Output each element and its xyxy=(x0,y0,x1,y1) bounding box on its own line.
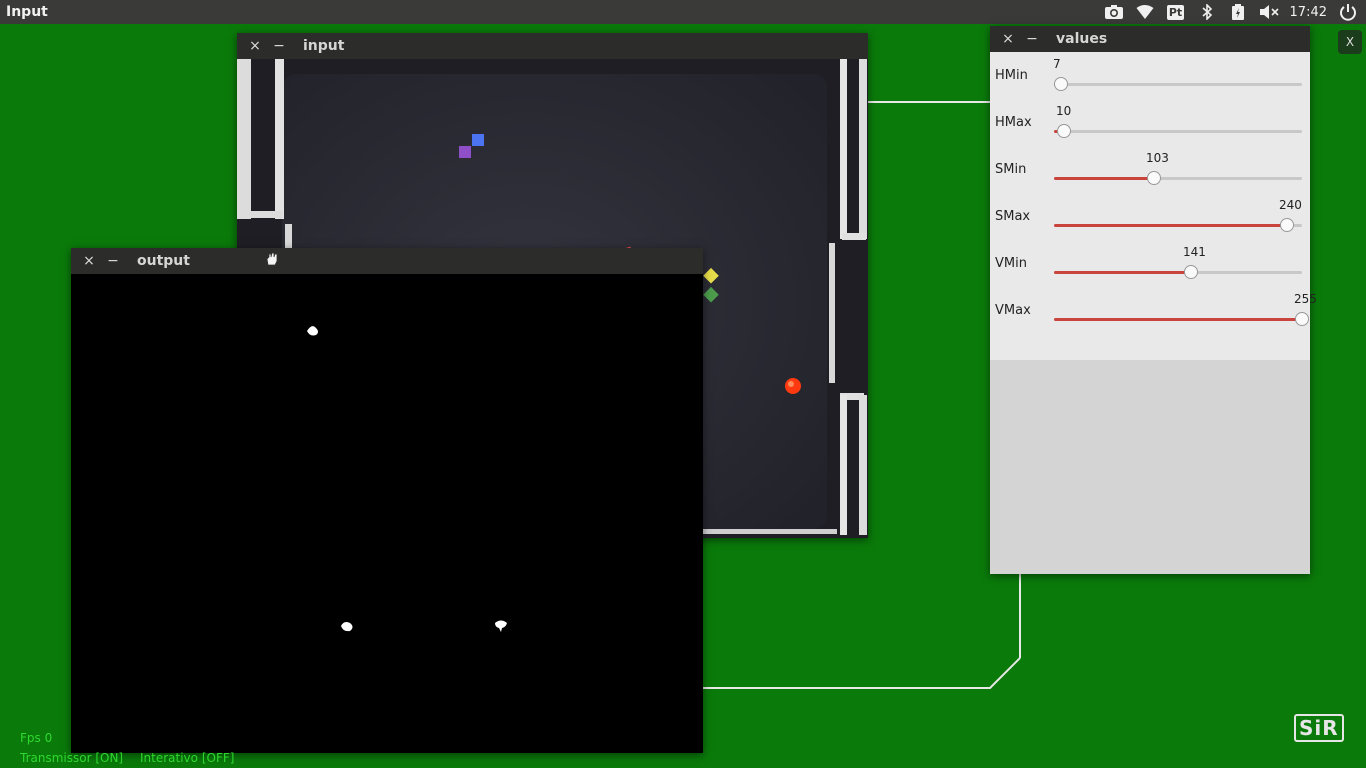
close-overlay-button[interactable]: X xyxy=(1338,30,1362,54)
power-icon[interactable] xyxy=(1338,3,1358,21)
slider-label: HMin xyxy=(995,68,1028,83)
slider-smax[interactable]: SMax 240 xyxy=(990,193,1310,240)
slider-track[interactable] xyxy=(1054,265,1302,279)
slider-fill xyxy=(1054,271,1191,274)
window-title: output xyxy=(137,253,190,269)
slider-value: 103 xyxy=(1146,151,1169,165)
slider-handle[interactable] xyxy=(1057,124,1071,138)
camera-icon[interactable] xyxy=(1104,3,1124,21)
slider-label: SMin xyxy=(995,162,1027,177)
window-title: values xyxy=(1056,31,1108,47)
trackbar-panel: HMin 7 HMax 10 SMin 103 SMax 240 VMin 14… xyxy=(990,52,1317,360)
wifi-icon[interactable] xyxy=(1135,3,1155,21)
slider-handle[interactable] xyxy=(1184,265,1198,279)
window-title: input xyxy=(303,38,345,54)
system-tray: Pt 17:42 xyxy=(1104,0,1366,24)
slider-hmax[interactable]: HMax 10 xyxy=(990,99,1310,146)
slider-value: 7 xyxy=(1053,57,1061,71)
transmissor-status: Transmissor [ON] xyxy=(20,751,124,765)
slider-fill xyxy=(1054,318,1302,321)
slider-vmax[interactable]: VMax 255 xyxy=(990,287,1317,334)
active-app-title: Input xyxy=(6,4,48,20)
slider-track[interactable] xyxy=(1054,218,1302,232)
output-window-titlebar[interactable]: × − output xyxy=(71,248,703,274)
battery-icon[interactable] xyxy=(1228,3,1248,21)
fps-status: Fps 0 xyxy=(20,731,53,745)
logo-text: SiR xyxy=(1294,714,1344,742)
slider-track[interactable] xyxy=(1054,312,1309,326)
volume-muted-icon[interactable] xyxy=(1259,3,1279,21)
minimize-button[interactable]: − xyxy=(1022,31,1042,47)
keyboard-layout-label: Pt xyxy=(1166,4,1185,20)
close-button[interactable]: × xyxy=(79,253,99,269)
top-panel: Input Pt 17:42 xyxy=(0,0,1366,24)
slider-vmin[interactable]: VMin 141 xyxy=(990,240,1310,287)
keyboard-layout-icon[interactable]: Pt xyxy=(1166,3,1186,21)
output-window[interactable]: × − output xyxy=(71,248,703,753)
slider-handle[interactable] xyxy=(1295,312,1309,326)
slider-smin[interactable]: SMin 103 xyxy=(990,146,1310,193)
close-button[interactable]: × xyxy=(998,31,1018,47)
threshold-mask-image xyxy=(71,274,703,753)
slider-label: HMax xyxy=(995,115,1032,130)
clock[interactable]: 17:42 xyxy=(1290,5,1327,20)
slider-hmin[interactable]: HMin 7 xyxy=(990,52,1310,99)
interativo-status: Interativo [OFF] xyxy=(140,751,235,765)
sir-lab-logo: SiR xyxy=(1294,714,1344,742)
close-button[interactable]: × xyxy=(245,38,265,54)
slider-track[interactable] xyxy=(1054,171,1302,185)
slider-value: 240 xyxy=(1279,198,1302,212)
input-window-titlebar[interactable]: × − input xyxy=(237,33,868,59)
minimize-button[interactable]: − xyxy=(269,38,289,54)
hand-cursor-icon xyxy=(265,252,279,270)
field-line xyxy=(868,101,990,103)
field-line xyxy=(1019,574,1021,658)
slider-handle[interactable] xyxy=(1054,77,1068,91)
slider-handle[interactable] xyxy=(1280,218,1294,232)
slider-track[interactable] xyxy=(1054,77,1302,91)
slider-label: VMin xyxy=(995,256,1027,271)
values-window-titlebar[interactable]: × − values xyxy=(990,26,1310,52)
slider-value: 10 xyxy=(1056,104,1072,118)
slider-handle[interactable] xyxy=(1147,171,1161,185)
slider-fill xyxy=(1054,177,1154,180)
slider-fill xyxy=(1054,224,1287,227)
minimize-button[interactable]: − xyxy=(103,253,123,269)
values-window[interactable]: × − values HMin 7 HMax 10 SMin 103 SMax … xyxy=(990,26,1317,574)
slider-value: 255 xyxy=(1294,292,1317,306)
slider-value: 141 xyxy=(1183,245,1206,259)
slider-label: SMax xyxy=(995,209,1031,224)
slider-track[interactable] xyxy=(1054,124,1302,138)
field-line xyxy=(703,657,1021,689)
bluetooth-icon[interactable] xyxy=(1197,3,1217,21)
slider-label: VMax xyxy=(995,303,1031,318)
